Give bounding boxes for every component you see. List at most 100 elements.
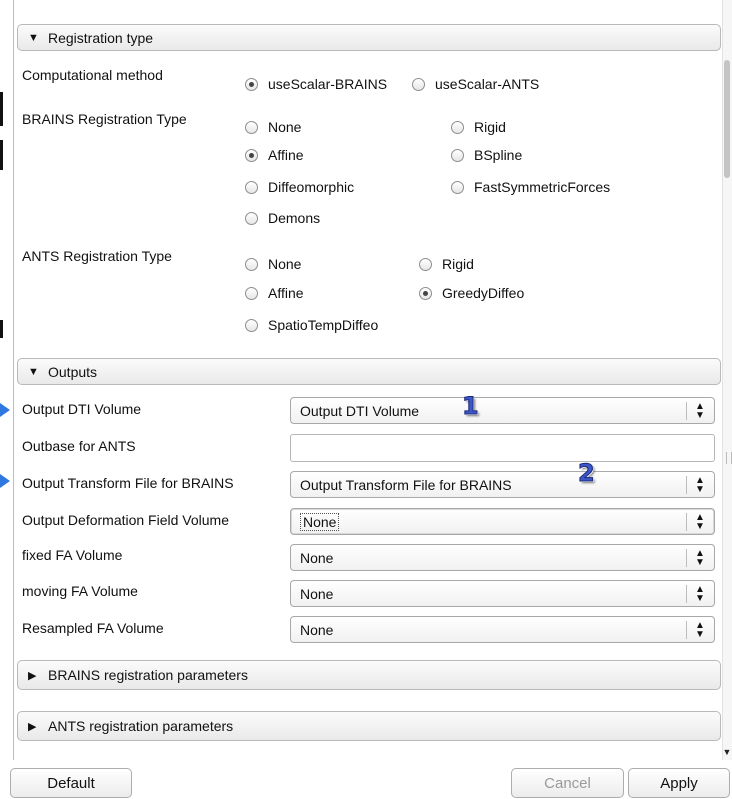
updown-arrows-icon: ▲ ▼ [695,620,705,640]
radio-label: Affine [268,285,304,301]
output-transform-brains-select[interactable]: Output Transform File for BRAINS ▲ ▼ [290,471,715,498]
pointer-arrow-icon [0,474,10,488]
moving-fa-volume-select[interactable]: None ▲ ▼ [290,580,715,607]
radio-brains-none[interactable]: None [245,119,301,135]
select-value: Output Transform File for BRAINS [300,476,512,493]
updown-arrows-icon: ▲ ▼ [695,584,705,604]
radio-unchecked-icon [245,120,258,134]
radio-ants-affine[interactable]: Affine [245,285,304,301]
radio-label: Affine [268,147,304,163]
radio-label: Demons [268,210,321,226]
radio-label: BSpline [474,147,523,163]
updown-arrows-icon: ▲ ▼ [695,475,705,495]
pointer-arrow-icon [0,403,10,417]
radio-label: Rigid [442,256,474,272]
triangle-right-icon: ▶ [28,720,37,733]
triangle-right-icon: ▶ [28,669,37,682]
updown-arrows-icon: ▲ ▼ [695,401,705,421]
select-value: None [300,621,334,638]
radio-brains-demons[interactable]: Demons [245,210,320,226]
section-title: Registration type [48,29,154,46]
edge-mark [0,320,3,338]
radio-label: None [268,256,302,272]
radio-brains-diffeomorphic[interactable]: Diffeomorphic [245,179,354,195]
section-header-outputs[interactable]: ▼ Outputs [17,358,721,385]
divider [686,476,687,494]
radio-unchecked-icon [451,148,464,162]
ants-registration-type-label: ANTS Registration Type [22,248,172,264]
divider [686,621,687,639]
radio-checked-icon [245,148,258,162]
brains-registration-type-label: BRAINS Registration Type [22,111,187,127]
outbase-ants-label: Outbase for ANTS [22,438,136,454]
radio-brains-affine[interactable]: Affine [245,147,304,163]
computational-method-label: Computational method [22,67,163,83]
scroll-down-arrow-icon[interactable]: ▼ [722,747,732,757]
edge-mark [0,92,3,126]
section-header-brains-params[interactable]: ▶ BRAINS registration parameters [17,660,721,690]
section-header-registration-type[interactable]: ▼ Registration type [17,24,721,51]
radio-unchecked-icon [451,120,464,134]
resampled-fa-volume-label: Resampled FA Volume [22,620,164,636]
radio-label: SpatioTempDiffeo [268,317,379,333]
radio-usescalar-ants[interactable]: useScalar-ANTS [412,76,539,92]
annotation-badge-1: 1 [462,392,480,421]
radio-brains-fastsymmetricforces[interactable]: FastSymmetricForces [451,179,610,195]
scrollbar-thumb[interactable] [724,60,730,178]
moving-fa-volume-label: moving FA Volume [22,583,138,599]
apply-button[interactable]: Apply [628,768,730,798]
radio-label: None [268,119,302,135]
triangle-down-icon: ▼ [28,31,39,44]
radio-checked-icon [419,286,432,300]
output-dti-volume-select[interactable]: Output DTI Volume ▲ ▼ [290,397,715,424]
updown-arrows-icon: ▲ ▼ [695,512,705,532]
radio-unchecked-icon [419,257,432,271]
section-header-ants-params[interactable]: ▶ ANTS registration parameters [17,711,721,741]
fixed-fa-volume-label: fixed FA Volume [22,547,123,563]
resampled-fa-volume-select[interactable]: None ▲ ▼ [290,616,715,643]
radio-checked-icon [245,77,258,91]
radio-unchecked-icon [245,318,258,332]
divider [686,585,687,603]
radio-unchecked-icon [245,286,258,300]
select-value: None [300,512,340,531]
radio-brains-bspline[interactable]: BSpline [451,147,522,163]
radio-unchecked-icon [245,180,258,194]
divider [686,513,687,531]
fixed-fa-volume-select[interactable]: None ▲ ▼ [290,544,715,571]
panel-border [13,0,14,760]
radio-ants-greedydiffeo[interactable]: GreedyDiffeo [419,285,524,301]
radio-label: Diffeomorphic [268,179,355,195]
cancel-button[interactable]: Cancel [511,768,624,798]
triangle-down-icon: ▼ [28,365,39,378]
radio-unchecked-icon [451,180,464,194]
output-deformation-field-select[interactable]: None ▲ ▼ [290,508,715,535]
radio-unchecked-icon [245,257,258,271]
resize-grip-icon[interactable] [726,452,732,464]
outbase-ants-input[interactable] [290,434,715,462]
annotation-badge-2: 2 [578,459,596,488]
radio-label: useScalar-ANTS [435,76,540,92]
default-button[interactable]: Default [10,768,132,798]
output-deformation-field-label: Output Deformation Field Volume [22,512,229,528]
section-title: BRAINS registration parameters [48,667,248,683]
radio-ants-none[interactable]: None [245,256,301,272]
select-value: Output DTI Volume [300,402,420,419]
output-dti-volume-label: Output DTI Volume [22,401,142,417]
radio-label: FastSymmetricForces [474,179,611,195]
section-title: Outputs [48,363,98,380]
radio-usescalar-brains[interactable]: useScalar-BRAINS [245,76,387,92]
edge-mark [0,140,3,170]
radio-ants-spatiotempdiffeo[interactable]: SpatioTempDiffeo [245,317,378,333]
updown-arrows-icon: ▲ ▼ [695,548,705,568]
select-value: None [300,549,334,566]
radio-label: useScalar-BRAINS [268,76,388,92]
divider [686,549,687,567]
divider [686,402,687,420]
output-transform-brains-label: Output Transform File for BRAINS [22,475,234,491]
radio-brains-rigid[interactable]: Rigid [451,119,506,135]
radio-ants-rigid[interactable]: Rigid [419,256,474,272]
radio-unchecked-icon [412,77,425,91]
radio-label: GreedyDiffeo [442,285,525,301]
select-value: None [300,585,334,602]
